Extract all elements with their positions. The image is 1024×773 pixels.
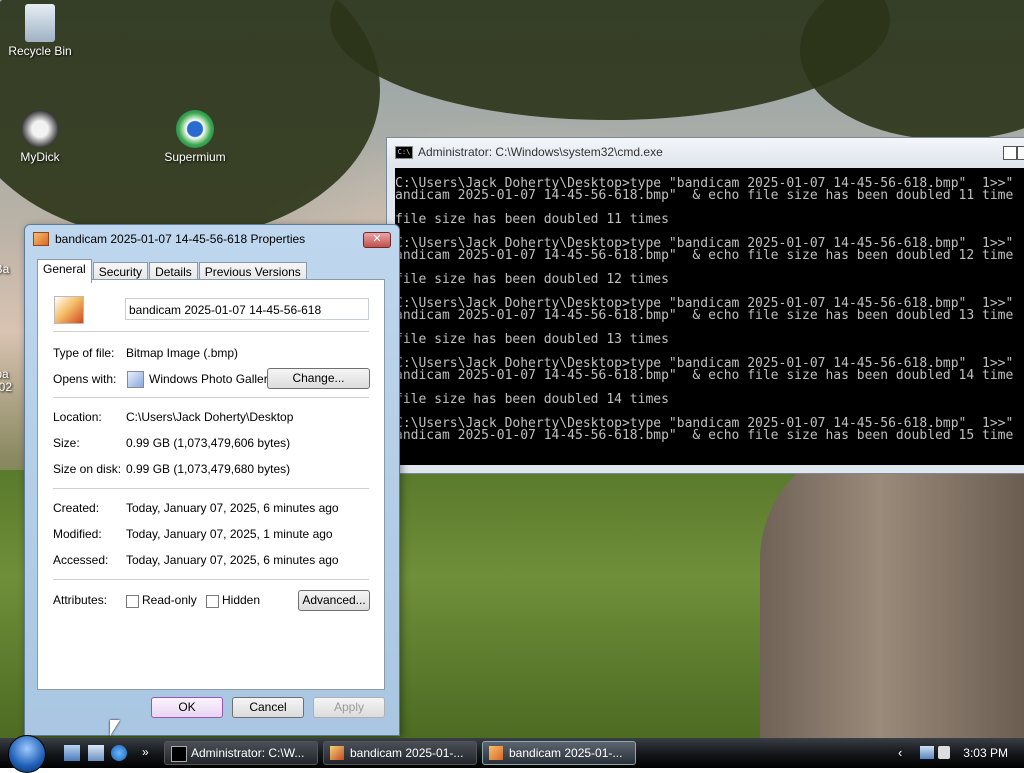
cmd-icon: C:\ — [395, 145, 413, 159]
tree-foliage — [800, 0, 1024, 140]
system-tray: ‹ 3:03 PM — [894, 738, 1024, 768]
readonly-checkbox[interactable] — [126, 595, 139, 608]
size-label: Size: — [53, 436, 80, 450]
modified-label: Modified: — [53, 527, 102, 541]
console-line: file size has been doubled 13 times — [395, 332, 669, 347]
switch-windows-icon[interactable] — [88, 745, 104, 761]
desktop-icon-mydick[interactable]: MyDick — [0, 110, 80, 164]
cmd-title: Administrator: C:\Windows\system32\cmd.e… — [418, 145, 663, 159]
properties-dialog[interactable]: bandicam 2025-01-07 14-45-56-618 Propert… — [24, 224, 400, 736]
cmd-titlebar[interactable]: C:\ Administrator: C:\Windows\system32\c… — [387, 138, 1024, 166]
apply-button[interactable]: Apply — [313, 697, 385, 718]
change-button[interactable]: Change... — [267, 368, 370, 389]
dialog-title: bandicam 2025-01-07 14-45-56-618 Propert… — [55, 232, 306, 246]
cmd-window[interactable]: C:\ Administrator: C:\Windows\system32\c… — [386, 137, 1024, 474]
divider — [53, 331, 369, 332]
divider — [53, 397, 369, 398]
tree-trunk — [760, 440, 1024, 738]
hidden-checkbox[interactable] — [206, 595, 219, 608]
photo-gallery-icon — [127, 371, 144, 388]
opens-with-value: Windows Photo Gallery — [149, 372, 274, 386]
console-line: andicam 2025-01-07 14-45-56-618.bmp" & e… — [395, 428, 1014, 443]
volume-muted-icon[interactable] — [938, 746, 950, 759]
size-value: 0.99 GB (1,073,479,606 bytes) — [126, 436, 291, 450]
opens-with-label: Opens with: — [53, 372, 117, 386]
location-value: C:\Users\Jack Doherty\Desktop — [126, 410, 294, 424]
cancel-button[interactable]: Cancel — [232, 697, 304, 718]
console-output[interactable]: C:\Users\Jack Doherty\Desktop>type "band… — [395, 168, 1024, 465]
divider — [53, 579, 369, 580]
minimize-button[interactable] — [1003, 146, 1017, 160]
internet-explorer-icon[interactable] — [111, 745, 127, 761]
console-line: andicam 2025-01-07 14-45-56-618.bmp" & e… — [395, 188, 1014, 203]
start-button[interactable] — [8, 735, 46, 773]
console-line: file size has been doubled 11 times — [395, 212, 669, 227]
type-value: Bitmap Image (.bmp) — [126, 346, 239, 360]
location-label: Location: — [53, 410, 102, 424]
readonly-label[interactable]: Read-only — [142, 593, 197, 607]
raccoon-icon — [21, 110, 59, 148]
close-button[interactable]: ✕ — [363, 232, 391, 248]
console-line: file size has been doubled 12 times — [395, 272, 669, 287]
maximize-button[interactable] — [1017, 146, 1024, 160]
desktop: Recycle Bin MyDick Supermium Ba ba 202 C… — [0, 0, 1024, 738]
accessed-label: Accessed: — [53, 553, 109, 567]
created-label: Created: — [53, 501, 100, 515]
cmd-icon — [171, 746, 187, 762]
console-line: file size has been doubled 14 times — [395, 392, 669, 407]
paint-icon — [330, 746, 344, 760]
ok-button[interactable]: OK — [151, 697, 223, 718]
mouse-cursor — [110, 720, 120, 736]
size-on-disk-value: 0.99 GB (1,073,479,680 bytes) — [126, 462, 291, 476]
taskbar-item-cmd[interactable]: Administrator: C:\W... — [164, 741, 318, 765]
divider — [53, 488, 369, 489]
quicklaunch-overflow[interactable]: » — [142, 745, 158, 761]
type-label: Type of file: — [53, 346, 115, 360]
console-line: andicam 2025-01-07 14-45-56-618.bmp" & e… — [395, 308, 1014, 323]
console-line: andicam 2025-01-07 14-45-56-618.bmp" & e… — [395, 368, 1014, 383]
show-hidden-icons-arrow[interactable]: ‹ — [898, 745, 902, 760]
taskbar: » Administrator: C:\W... bandicam 2025-0… — [0, 735, 1024, 773]
network-icon[interactable] — [920, 746, 934, 759]
show-desktop-icon[interactable] — [64, 745, 80, 761]
taskbar-item-properties[interactable]: bandicam 2025-01-... — [482, 741, 636, 765]
supermium-browser-icon — [176, 110, 214, 148]
taskbar-item-paint[interactable]: bandicam 2025-01-... — [323, 741, 477, 765]
size-on-disk-label: Size on disk: — [53, 462, 122, 476]
recycle-bin-icon — [25, 4, 55, 42]
created-value: Today, January 07, 2025, 6 minutes ago — [126, 501, 339, 515]
dialog-titlebar[interactable]: bandicam 2025-01-07 14-45-56-618 Propert… — [25, 225, 399, 253]
tab-general[interactable]: General — [37, 259, 92, 283]
advanced-button[interactable]: Advanced... — [298, 590, 370, 611]
general-panel: bandicam 2025-01-07 14-45-56-618 Type of… — [37, 279, 385, 690]
filename-field[interactable]: bandicam 2025-01-07 14-45-56-618 — [125, 298, 369, 320]
clock[interactable]: 3:03 PM — [963, 746, 1008, 760]
modified-value: Today, January 07, 2025, 1 minute ago — [126, 527, 333, 541]
image-file-icon — [489, 746, 503, 760]
desktop-icon-supermium[interactable]: Supermium — [155, 110, 235, 164]
bitmap-thumbnail-icon — [54, 296, 84, 324]
attributes-label: Attributes: — [53, 593, 108, 607]
console-line: andicam 2025-01-07 14-45-56-618.bmp" & e… — [395, 248, 1014, 263]
hidden-label[interactable]: Hidden — [222, 593, 260, 607]
bitmap-file-icon — [33, 232, 49, 246]
accessed-value: Today, January 07, 2025, 6 minutes ago — [126, 553, 339, 567]
desktop-icon-recycle-bin[interactable]: Recycle Bin — [0, 4, 80, 58]
